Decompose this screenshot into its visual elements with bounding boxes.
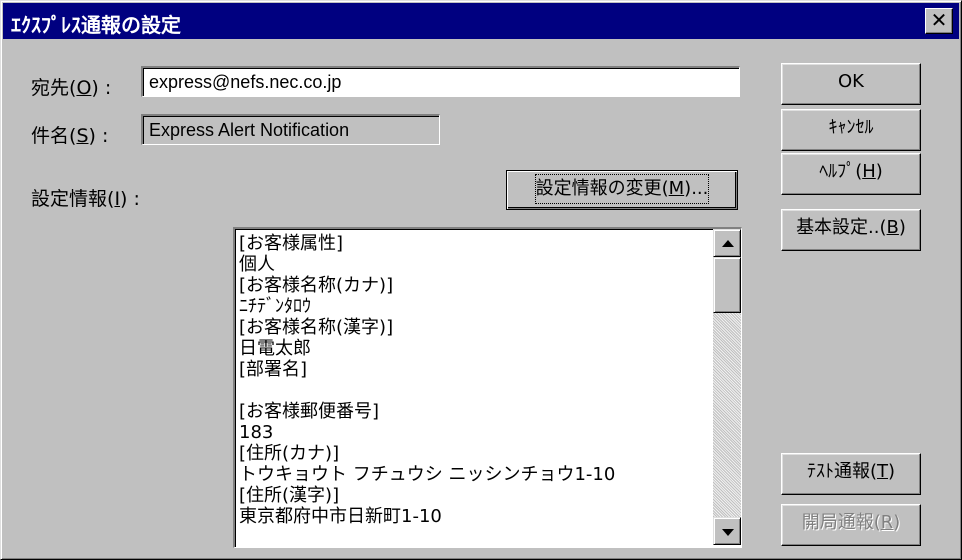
settings-line: [部署名] bbox=[239, 359, 308, 380]
settings-line bbox=[239, 380, 709, 401]
settings-line: [住所(カナ)] bbox=[239, 443, 340, 464]
window-title: ｴｸｽﾌﾟﾚｽ通報の設定 bbox=[11, 13, 181, 37]
title-bar[interactable]: ｴｸｽﾌﾟﾚｽ通報の設定 ✕ bbox=[3, 3, 959, 39]
settings-listbox[interactable]: [お客様属性] 個人 [お客様名称(カナ)] ﾆﾁﾃﾞﾝﾀﾛｳ [お客様名称(漢字)] 日… bbox=[233, 227, 742, 548]
settings-line: 個人 bbox=[239, 254, 275, 275]
subject-label: 件名(S) : bbox=[31, 125, 109, 147]
cancel-button[interactable]: ｷｬﾝｾﾙ bbox=[781, 109, 921, 151]
settings-line: [お客様郵便番号] bbox=[239, 401, 380, 422]
settings-line: ﾆﾁﾃﾞﾝﾀﾛｳ bbox=[239, 296, 311, 317]
settings-line: 東京都府中市日新町1-10 bbox=[239, 506, 442, 527]
subject-field: Express Alert Notification bbox=[141, 114, 440, 145]
scroll-down-arrow-icon bbox=[722, 529, 734, 536]
to-label: 宛先(O) : bbox=[31, 77, 112, 99]
settings-line: [お客様名称(カナ)] bbox=[239, 275, 394, 296]
change-settings-label: 設定情報の変更(M)... bbox=[532, 171, 713, 207]
test-notification-label: ﾃｽﾄ通報(T) bbox=[806, 461, 896, 482]
open-notification-label: 開局通報(R) bbox=[801, 512, 901, 533]
express-notification-dialog: ｴｸｽﾌﾟﾚｽ通報の設定 ✕ 宛先(O) : express@nefs.nec.… bbox=[0, 0, 962, 560]
close-icon: ✕ bbox=[930, 8, 948, 32]
scroll-down-button[interactable] bbox=[713, 517, 741, 545]
close-button[interactable]: ✕ bbox=[925, 8, 953, 34]
basic-settings-label: 基本設定..(B) bbox=[796, 217, 906, 238]
settings-line: [住所(漢字)] bbox=[239, 485, 340, 506]
to-address-value: express@nefs.nec.co.jp bbox=[149, 72, 342, 92]
scroll-thumb[interactable] bbox=[713, 257, 741, 313]
settings-line: 183 bbox=[239, 422, 274, 443]
settings-line: トウキョウト フチュウシ ニッシンチョウ1-10 bbox=[239, 464, 616, 485]
settings-lines: [お客様属性] 個人 [お客様名称(カナ)] ﾆﾁﾃﾞﾝﾀﾛｳ [お客様名称(漢字)] 日… bbox=[239, 233, 709, 527]
to-address-input[interactable]: express@nefs.nec.co.jp bbox=[141, 66, 740, 97]
subject-value: Express Alert Notification bbox=[149, 120, 350, 140]
test-notification-button[interactable]: ﾃｽﾄ通報(T) bbox=[781, 453, 921, 495]
open-notification-button: 開局通報(R) bbox=[781, 504, 921, 546]
ok-button[interactable]: OK bbox=[781, 63, 921, 105]
settings-line: [お客様名称(漢字)] bbox=[239, 317, 394, 338]
help-button[interactable]: ﾍﾙﾌﾟ(H) bbox=[781, 153, 921, 195]
settings-label: 設定情報(I) : bbox=[31, 188, 140, 210]
scroll-up-arrow-icon bbox=[722, 240, 734, 247]
scroll-up-button[interactable] bbox=[713, 229, 741, 257]
settings-line: [お客様属性] bbox=[239, 233, 344, 254]
basic-settings-button[interactable]: 基本設定..(B) bbox=[781, 209, 921, 251]
settings-line: 日電太郎 bbox=[239, 338, 311, 359]
help-label: ﾍﾙﾌﾟ(H) bbox=[819, 161, 883, 182]
change-settings-button[interactable]: 設定情報の変更(M)... bbox=[506, 170, 738, 210]
settings-scrollbar[interactable] bbox=[713, 229, 741, 545]
